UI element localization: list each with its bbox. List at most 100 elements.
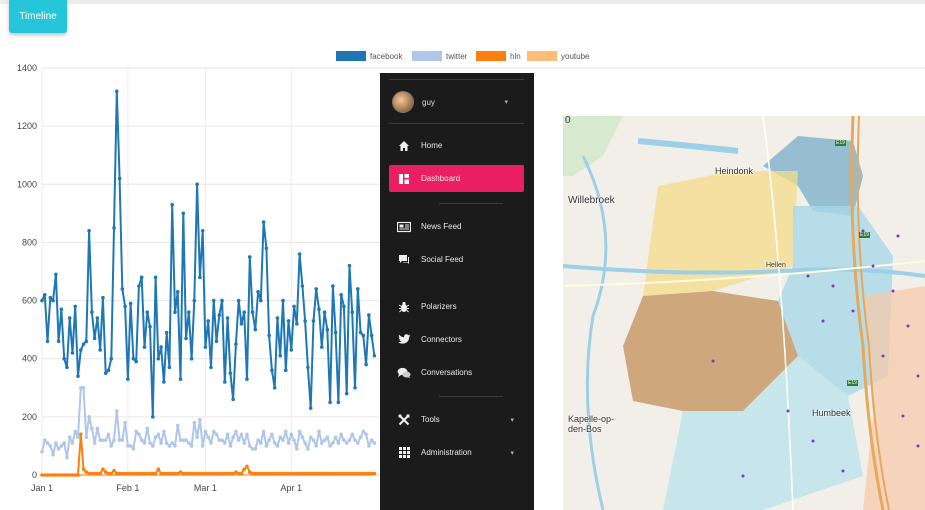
data-point-facebook [358,330,363,335]
data-point-facebook [367,313,371,317]
data-point-facebook [76,374,80,378]
map-road-e19-2: E19 [859,232,870,238]
data-point-twitter [139,438,144,442]
data-point-twitter [234,429,238,434]
data-point-facebook [203,345,208,349]
y-tick-label: 800 [22,237,37,247]
data-point-facebook [175,290,180,294]
data-point-twitter [297,429,302,434]
data-point-facebook [336,400,341,405]
sidebar-item-connectors[interactable]: Connectors [389,326,524,353]
sidebar-item-dashboard[interactable]: Dashboard [389,165,524,192]
data-point-twitter [95,426,100,431]
data-point-facebook [192,298,197,303]
y-tick-label: 600 [22,296,37,306]
bug-icon [397,300,411,314]
sidebar-item-label: Conversations [421,368,473,377]
map-place-kapelle: Kapelle-op-den-Bos [568,414,615,434]
data-point-facebook [81,342,86,346]
data-point-facebook [128,301,133,306]
data-point-facebook [195,182,199,187]
chevron-down-icon: ▾ [510,416,514,424]
sidebar-item-tools[interactable]: Tools ▾ [389,406,524,433]
data-point-facebook [92,336,97,341]
data-point-hln [109,471,114,476]
data-point-twitter [247,444,252,448]
data-point-twitter [65,455,69,460]
data-point-hln [112,468,116,473]
sidebar-item-label: Social Feed [421,255,464,264]
y-tick-label: 1200 [17,121,37,131]
data-point-twitter [167,444,172,448]
data-point-facebook [178,377,183,381]
avatar [392,91,414,113]
data-point-twitter [51,452,55,457]
data-point-facebook [48,295,53,300]
data-point-twitter [45,441,50,445]
sidebar-item-administration[interactable]: Administration ▾ [389,439,524,466]
data-point-twitter [156,432,161,437]
data-point-facebook [347,263,352,268]
data-point-twitter [358,435,363,440]
data-point-facebook [214,339,219,344]
data-point-twitter [275,444,280,448]
data-point-facebook [364,362,368,367]
map-view[interactable]: 0 Heindonk Willebroek Hellen Kapelle-op-… [563,116,925,510]
data-point-twitter [70,441,75,445]
data-point-facebook [95,316,100,320]
data-point-twitter [148,441,152,445]
data-point-facebook [67,316,72,320]
data-point-twitter [367,444,371,448]
data-point-facebook [333,330,338,335]
legend-swatch-facebook [336,51,366,61]
data-point-twitter [253,447,258,451]
data-point-twitter [245,432,249,437]
data-point-twitter [59,444,64,448]
data-point-facebook [234,342,238,346]
data-point-facebook [156,356,161,361]
x-tick-label: Feb 1 [116,483,139,493]
data-point-hln [76,473,80,477]
data-point-facebook [117,176,122,181]
y-tick-label: 400 [22,354,37,364]
sidebar-item-conversations[interactable]: Conversations [389,359,524,386]
data-point-facebook [78,348,83,352]
data-point-facebook [181,211,186,216]
data-point-facebook [101,295,105,300]
y-tick-label: 200 [22,412,37,422]
data-point-twitter [225,432,230,437]
data-point-twitter [92,441,97,445]
sidebar-divider [439,203,503,204]
data-point-hln [245,464,249,469]
data-point-twitter [322,438,327,442]
data-point-hln [81,467,86,471]
sidebar-item-home[interactable]: Home [389,132,524,159]
data-point-facebook [317,307,321,312]
sidebar-item-social-feed[interactable]: Social Feed [389,246,524,273]
data-point-facebook [355,287,360,291]
legend-label-youtube: youtube [561,52,590,61]
data-point-twitter [131,447,136,451]
data-point-facebook [98,348,102,352]
user-menu[interactable]: guy ▾ [392,91,518,113]
timeline-button[interactable]: Timeline [9,0,67,33]
data-point-twitter [270,432,274,437]
data-point-twitter [187,441,191,445]
sidebar-item-label: Connectors [421,335,462,344]
data-point-facebook [259,298,263,303]
data-point-twitter [73,429,78,434]
data-point-hln [153,471,158,476]
data-point-twitter [87,415,91,419]
legend-swatch-youtube [527,51,557,61]
sidebar-item-polarizers[interactable]: Polarizers [389,293,524,320]
data-point-twitter [259,441,263,445]
sidebar-item-news-feed[interactable]: News Feed [389,213,524,240]
data-point-facebook [90,310,94,315]
data-point-twitter [56,447,61,451]
data-point-facebook [134,359,138,364]
data-point-facebook [256,290,260,294]
data-point-twitter [120,438,125,442]
grid-icon [397,446,411,460]
data-point-twitter [295,447,299,451]
data-point-twitter [228,444,233,448]
